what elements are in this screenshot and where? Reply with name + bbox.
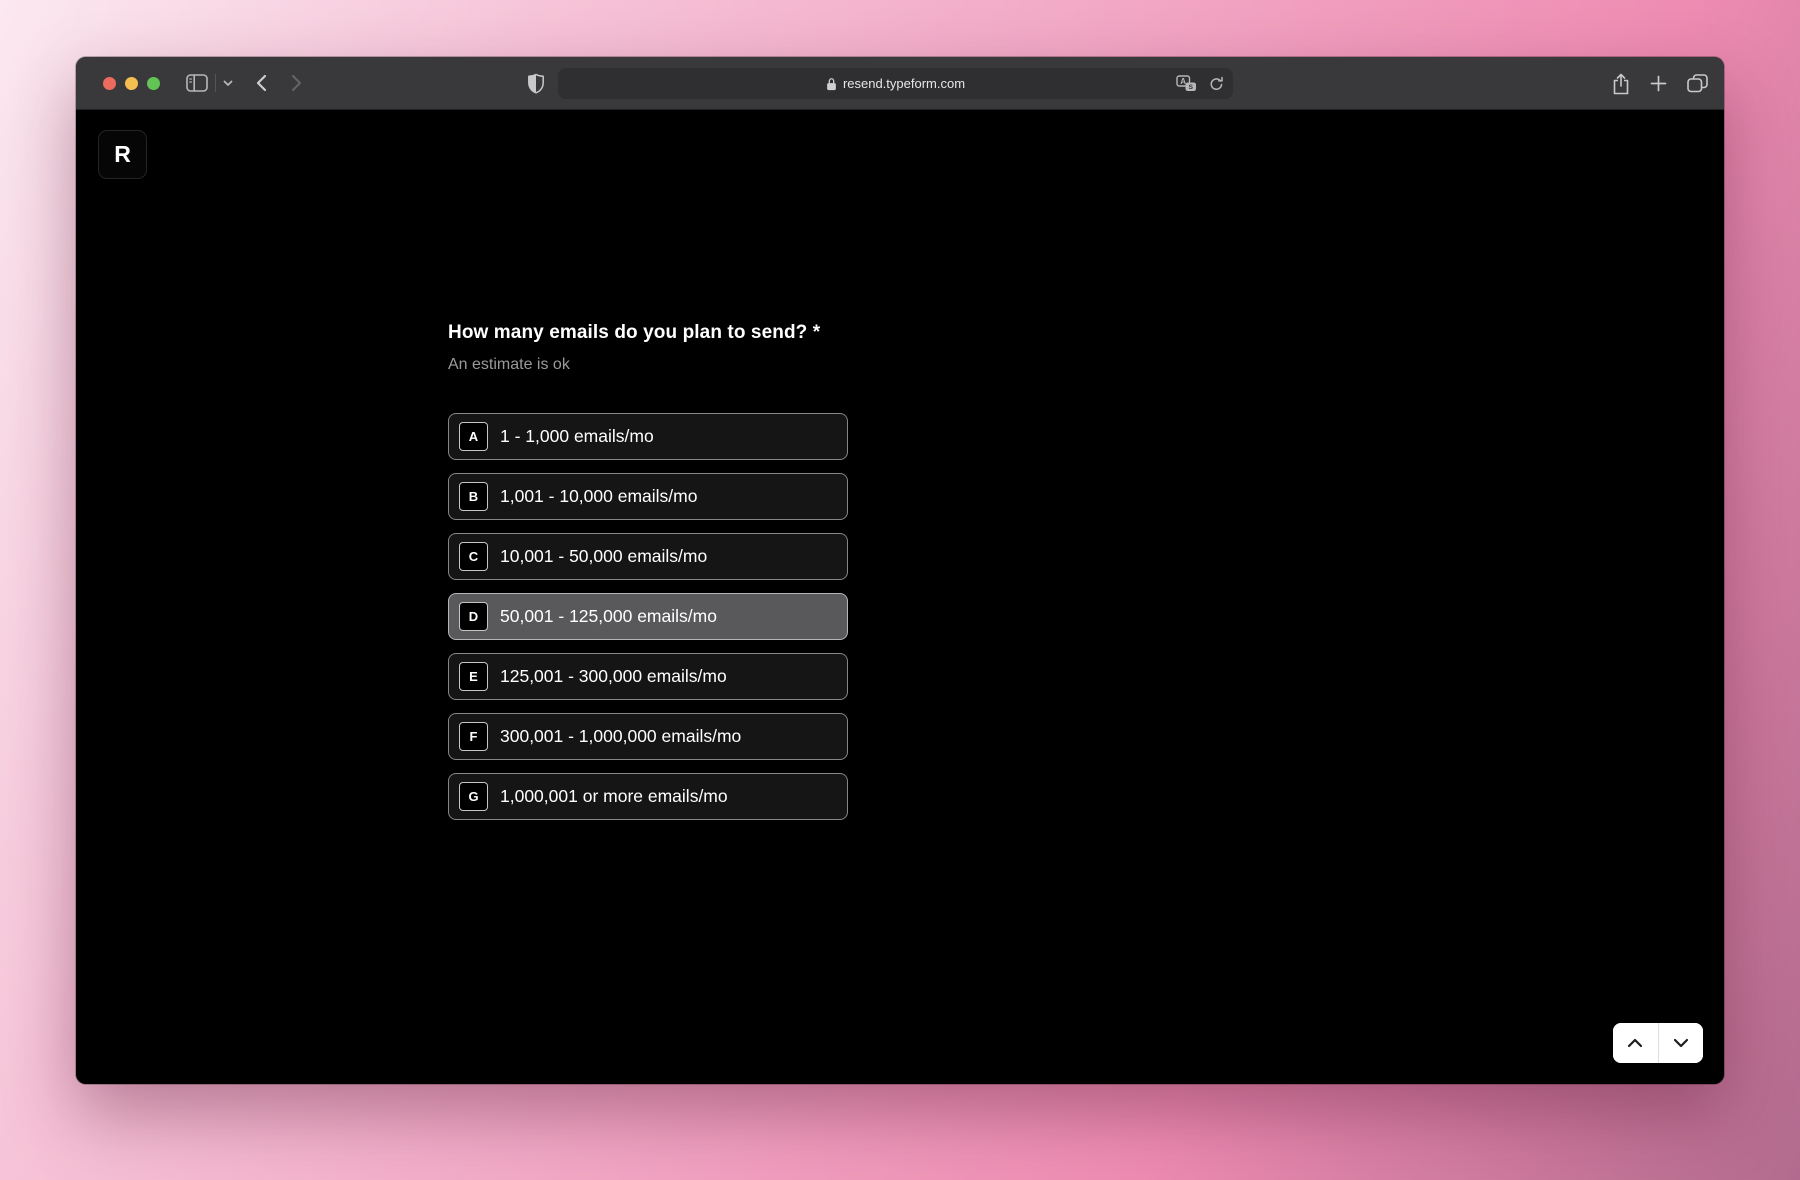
svg-text:A: A [1180,77,1186,86]
question-subtitle: An estimate is ok [448,355,1208,375]
choice-option-f[interactable]: F 300,001 - 1,000,000 emails/mo [448,713,848,760]
forward-chevron-icon [291,74,303,92]
option-key-badge: B [459,482,488,511]
reload-icon [1209,76,1224,92]
tabs-icon [1687,74,1708,93]
option-key-badge: G [459,782,488,811]
browser-toolbar: resend.typeform.com A S [76,57,1724,110]
form-navigation [1613,1023,1703,1063]
option-key-badge: E [459,662,488,691]
sidebar-icon [186,74,208,92]
option-key-badge: D [459,602,488,631]
question-title-text: How many emails do you plan to send? [448,322,807,343]
plus-icon [1650,75,1667,92]
sidebar-menu-chevron-button[interactable] [223,80,233,87]
translate-icon: A S [1176,75,1197,92]
option-label: 125,001 - 300,000 emails/mo [500,666,727,687]
svg-text:S: S [1189,84,1194,91]
tab-overview-button[interactable] [1687,74,1708,93]
new-tab-button[interactable] [1650,75,1667,92]
resend-logo: R [98,130,147,179]
option-key-badge: F [459,722,488,751]
choice-option-a[interactable]: A 1 - 1,000 emails/mo [448,413,848,460]
choice-option-d[interactable]: D 50,001 - 125,000 emails/mo [448,593,848,640]
chevron-up-icon [1627,1038,1643,1048]
required-asterisk: * [813,322,821,343]
choice-option-e[interactable]: E 125,001 - 300,000 emails/mo [448,653,848,700]
chevron-down-icon [223,80,233,87]
option-label: 1 - 1,000 emails/mo [500,426,654,447]
question-block: How many emails do you plan to send? * A… [448,320,1208,820]
traffic-lights [103,77,160,90]
forward-button[interactable] [291,74,303,92]
lock-icon [826,77,837,91]
shield-icon [527,73,545,94]
browser-window: resend.typeform.com A S [76,57,1724,1084]
option-label: 50,001 - 125,000 emails/mo [500,606,717,627]
translate-button[interactable]: A S [1176,75,1197,92]
url-text: resend.typeform.com [843,76,965,91]
question-title: How many emails do you plan to send? * [448,320,1208,346]
toolbar-divider [215,74,216,92]
typeform-page: R How many emails do you plan to send? *… [76,110,1724,1084]
option-key-badge: C [459,542,488,571]
choice-option-c[interactable]: C 10,001 - 50,000 emails/mo [448,533,848,580]
option-label: 10,001 - 50,000 emails/mo [500,546,707,567]
option-key-badge: A [459,422,488,451]
close-window-button[interactable] [103,77,116,90]
option-label: 1,000,001 or more emails/mo [500,786,728,807]
sidebar-toggle-button[interactable] [186,74,208,92]
zoom-window-button[interactable] [147,77,160,90]
minimize-window-button[interactable] [125,77,138,90]
address-bar[interactable]: resend.typeform.com A S [558,68,1233,99]
choice-option-b[interactable]: B 1,001 - 10,000 emails/mo [448,473,848,520]
options-list: A 1 - 1,000 emails/mo B 1,001 - 10,000 e… [448,413,848,820]
next-question-button[interactable] [1659,1023,1704,1063]
share-icon [1612,73,1630,95]
share-button[interactable] [1612,73,1630,95]
chevron-down-icon [1673,1038,1689,1048]
option-label: 1,001 - 10,000 emails/mo [500,486,697,507]
choice-option-g[interactable]: G 1,000,001 or more emails/mo [448,773,848,820]
previous-question-button[interactable] [1613,1023,1658,1063]
back-chevron-icon [255,74,267,92]
option-label: 300,001 - 1,000,000 emails/mo [500,726,741,747]
back-button[interactable] [255,74,267,92]
privacy-report-button[interactable] [527,73,545,94]
reload-button[interactable] [1209,76,1224,92]
